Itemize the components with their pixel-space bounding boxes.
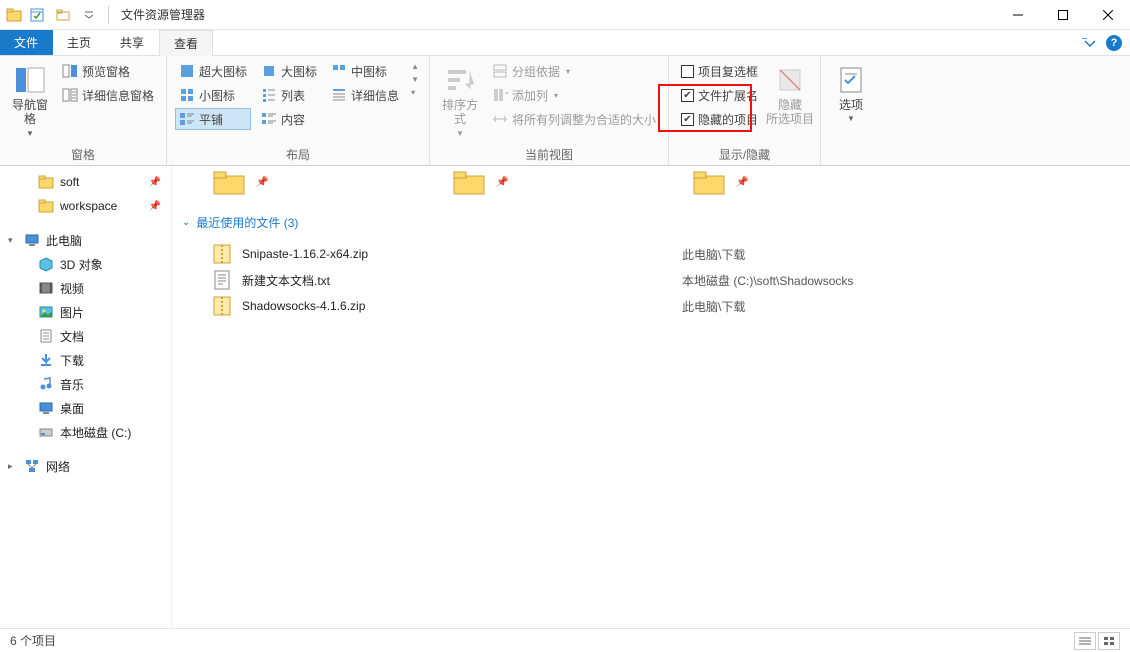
file-list-area[interactable]: 📌 📌 📌 ⌄ 最近使用的文件 (3) Snipaste-1.16.2-x64.… xyxy=(172,166,1130,628)
hidden-items-toggle[interactable]: ✔隐藏的项目 xyxy=(677,108,762,130)
file-row[interactable]: Snipaste-1.16.2-x64.zip 此电脑\下载 xyxy=(182,241,1120,267)
layout-gallery-up[interactable]: ▲ xyxy=(409,60,421,73)
ribbon-group-options: 选项 ▼ xyxy=(821,56,881,165)
recent-files-header[interactable]: ⌄ 最近使用的文件 (3) xyxy=(182,214,1120,231)
minimize-button[interactable] xyxy=(995,0,1040,30)
layout-details[interactable]: 详细信息 xyxy=(327,84,403,106)
ribbon-group-layout-label: 布局 xyxy=(175,144,421,163)
ribbon: 导航窗格 ▼ 预览窗格 详细信息窗格 窗格 超大图标 小图标 平铺 xyxy=(0,56,1130,166)
add-columns-button[interactable]: +添加列▾ xyxy=(488,84,660,106)
folder-item-stub[interactable]: 📌 xyxy=(452,170,632,194)
file-name: 新建文本文档.txt xyxy=(242,272,682,289)
pin-icon: 📌 xyxy=(149,201,161,212)
folder-item-stub[interactable]: 📌 xyxy=(212,170,392,194)
ribbon-group-show-hide: 项目复选框 ✔文件扩展名 ✔隐藏的项目 隐藏 所选项目 显示/隐藏 xyxy=(669,56,821,165)
checkbox-unchecked-icon xyxy=(681,65,694,78)
app-icon xyxy=(6,7,22,23)
minimize-ribbon-button[interactable] xyxy=(1082,38,1098,48)
nav-item-music[interactable]: 音乐 xyxy=(0,372,171,396)
ribbon-group-current-view: 排序方式 ▼ 分组依据▾ +添加列▾ 将所有列调整为合适的大小 当前视图 xyxy=(430,56,669,165)
file-name: Snipaste-1.16.2-x64.zip xyxy=(242,247,682,261)
qat-new-folder-button[interactable] xyxy=(52,4,74,26)
ribbon-group-panes-label: 窗格 xyxy=(8,144,158,163)
layout-tiles[interactable]: 平铺 xyxy=(175,108,251,130)
titlebar-divider xyxy=(108,6,109,24)
maximize-button[interactable] xyxy=(1040,0,1085,30)
chevron-right-icon: ▸ xyxy=(8,461,18,472)
checkbox-checked-icon: ✔ xyxy=(681,113,694,126)
nav-item-documents[interactable]: 文档 xyxy=(0,324,171,348)
tab-file[interactable]: 文件 xyxy=(0,30,53,55)
details-view-toggle[interactable] xyxy=(1074,632,1096,650)
nav-item-downloads[interactable]: 下载 xyxy=(0,348,171,372)
nav-item-soft[interactable]: soft📌 xyxy=(0,170,171,194)
group-by-button[interactable]: 分组依据▾ xyxy=(488,60,660,82)
ribbon-group-panes: 导航窗格 ▼ 预览窗格 详细信息窗格 窗格 xyxy=(0,56,167,165)
navigation-pane-label: 导航窗格 xyxy=(8,98,52,127)
ribbon-tab-bar: 文件 主页 共享 查看 ? xyxy=(0,30,1130,56)
chevron-down-icon: ⌄ xyxy=(182,217,190,228)
layout-content[interactable]: 内容 xyxy=(257,108,321,130)
details-pane-button[interactable]: 详细信息窗格 xyxy=(58,84,158,106)
thumbnails-view-toggle[interactable] xyxy=(1098,632,1120,650)
zip-icon xyxy=(212,296,232,316)
nav-item-network[interactable]: ▸ 网络 xyxy=(0,454,171,478)
layout-large-icons[interactable]: 大图标 xyxy=(257,60,321,82)
folder-item-stub[interactable]: 📌 xyxy=(692,170,872,194)
layout-medium-icons[interactable]: 中图标 xyxy=(327,60,403,82)
close-button[interactable] xyxy=(1085,0,1130,30)
navigation-pane-button[interactable]: 导航窗格 ▼ xyxy=(8,60,52,138)
ribbon-group-show-hide-label: 显示/隐藏 xyxy=(677,144,812,163)
content-area: soft📌 workspace📌 ▾ 此电脑 3D 对象 视频 图片 文档 下载… xyxy=(0,166,1130,628)
file-row[interactable]: 新建文本文档.txt 本地磁盘 (C:)\soft\Shadowsocks xyxy=(182,267,1120,293)
nav-item-desktop[interactable]: 桌面 xyxy=(0,396,171,420)
chevron-down-icon: ▾ xyxy=(8,235,18,246)
file-name: Shadowsocks-4.1.6.zip xyxy=(242,299,682,313)
layout-gallery-expand[interactable]: ▾ xyxy=(409,86,421,99)
tab-share[interactable]: 共享 xyxy=(106,30,159,55)
nav-item-videos[interactable]: 视频 xyxy=(0,276,171,300)
layout-list[interactable]: 列表 xyxy=(257,84,321,106)
svg-text:+: + xyxy=(505,87,508,100)
ribbon-group-layout: 超大图标 小图标 平铺 大图标 列表 内容 中图标 详细信息 x ▲ ▼ ▾ 布… xyxy=(167,56,430,165)
pin-icon: 📌 xyxy=(149,177,161,188)
preview-pane-button[interactable]: 预览窗格 xyxy=(58,60,158,82)
txt-icon xyxy=(212,270,232,290)
sort-by-button[interactable]: 排序方式 ▼ xyxy=(438,60,482,138)
navigation-tree[interactable]: soft📌 workspace📌 ▾ 此电脑 3D 对象 视频 图片 文档 下载… xyxy=(0,166,172,628)
options-button[interactable]: 选项 ▼ xyxy=(829,60,873,124)
help-button[interactable]: ? xyxy=(1106,35,1122,51)
nav-item-local-disk[interactable]: 本地磁盘 (C:) xyxy=(0,420,171,444)
ribbon-group-current-view-label: 当前视图 xyxy=(438,144,660,163)
status-item-count: 6 个项目 xyxy=(10,632,56,649)
checkbox-checked-icon: ✔ xyxy=(681,89,694,102)
file-path: 此电脑\下载 xyxy=(682,246,745,263)
qat-customize-button[interactable] xyxy=(78,4,100,26)
layout-small-icons[interactable]: 小图标 xyxy=(175,84,251,106)
zip-icon xyxy=(212,244,232,264)
qat-properties-button[interactable] xyxy=(26,4,48,26)
file-path: 本地磁盘 (C:)\soft\Shadowsocks xyxy=(682,272,853,289)
nav-item-this-pc[interactable]: ▾ 此电脑 xyxy=(0,228,171,252)
tab-home[interactable]: 主页 xyxy=(53,30,106,55)
layout-gallery-down[interactable]: ▼ xyxy=(409,73,421,86)
file-path: 此电脑\下载 xyxy=(682,298,745,315)
status-bar: 6 个项目 xyxy=(0,628,1130,652)
tab-view[interactable]: 查看 xyxy=(159,30,213,56)
hide-selected-button[interactable]: 隐藏 所选项目 xyxy=(768,60,812,127)
window-title: 文件资源管理器 xyxy=(121,6,205,23)
layout-extra-large-icons[interactable]: 超大图标 xyxy=(175,60,251,82)
nav-item-pictures[interactable]: 图片 xyxy=(0,300,171,324)
title-bar: 文件资源管理器 xyxy=(0,0,1130,30)
file-row[interactable]: Shadowsocks-4.1.6.zip 此电脑\下载 xyxy=(182,293,1120,319)
nav-item-3d-objects[interactable]: 3D 对象 xyxy=(0,252,171,276)
nav-item-workspace[interactable]: workspace📌 xyxy=(0,194,171,218)
file-extensions-toggle[interactable]: ✔文件扩展名 xyxy=(677,84,762,106)
item-checkboxes-toggle[interactable]: 项目复选框 xyxy=(677,60,762,82)
size-all-columns-button[interactable]: 将所有列调整为合适的大小 xyxy=(488,108,660,130)
